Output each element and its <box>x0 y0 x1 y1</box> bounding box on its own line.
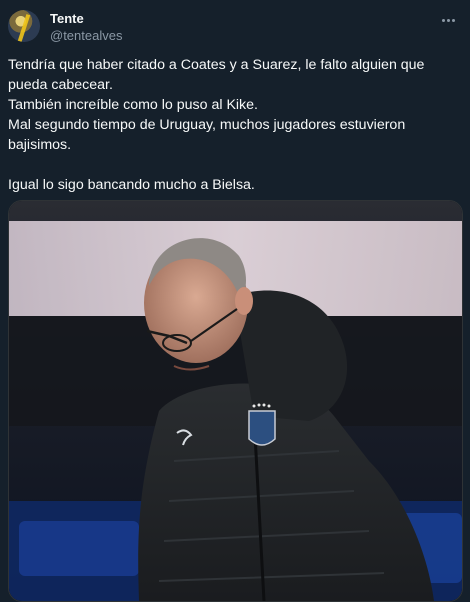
tweet-header: Tente @tentealves <box>8 8 462 44</box>
tweet-paragraph-1: Tendría que haber citado a Coates y a Su… <box>8 57 425 153</box>
display-name[interactable]: Tente <box>50 11 84 26</box>
tweet-paragraph-2: Igual lo sigo bancando mucho a Bielsa. <box>8 177 255 193</box>
user-avatar[interactable] <box>8 10 40 42</box>
user-handle[interactable]: @tentealves <box>50 28 122 43</box>
tweet-text: Tendría que haber citado a Coates y a Su… <box>8 55 463 195</box>
avatar-stripe <box>17 14 31 42</box>
tweet-photo[interactable] <box>8 200 463 602</box>
more-icon[interactable] <box>436 10 460 30</box>
photo-illustration <box>9 201 462 601</box>
